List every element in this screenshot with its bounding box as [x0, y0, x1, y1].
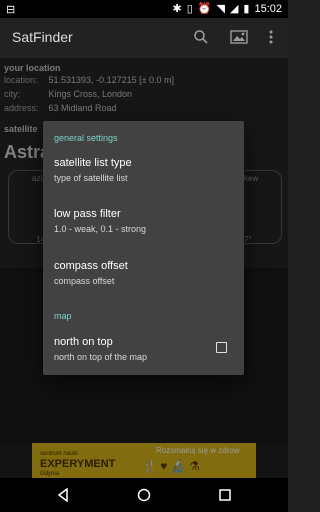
setting-title: low pass filter: [54, 208, 121, 220]
wifi-icon: ◥: [216, 3, 225, 15]
notification-icon: ⊟: [6, 4, 16, 16]
setting-title: north on top: [54, 336, 113, 348]
setting-subtitle: type of satellite list: [54, 173, 128, 183]
signal-icon: ◢: [229, 3, 239, 15]
app-title: SatFinder: [12, 29, 73, 45]
back-icon[interactable]: [53, 485, 73, 505]
bluetooth-icon: ✱: [172, 3, 182, 15]
home-icon[interactable]: [134, 485, 154, 505]
status-bar: ⊟ ✱ ▯ ⏰ ◥ ◢ ▮ 15:02: [0, 0, 288, 18]
category-general-settings: general settings: [54, 133, 118, 143]
nav-bar: [0, 478, 288, 512]
recents-icon[interactable]: [215, 485, 235, 505]
app-bar: SatFinder: [0, 18, 288, 58]
settings-dialog: general settings satellite list type typ…: [43, 121, 244, 375]
status-time: 15:02: [254, 3, 282, 15]
alarm-icon: ⏰: [197, 3, 212, 15]
vibrate-icon: ▯: [186, 3, 193, 15]
setting-title: satellite list type: [54, 157, 132, 169]
north-on-top-checkbox[interactable]: [216, 342, 227, 353]
setting-subtitle: compass offset: [54, 276, 115, 286]
setting-subtitle: north on top of the map: [54, 352, 148, 362]
setting-subtitle: 1.0 - weak, 0.1 - strong: [54, 224, 147, 234]
battery-icon: ▮: [243, 3, 250, 15]
overflow-menu-icon[interactable]: [260, 26, 282, 48]
setting-title: compass offset: [54, 260, 128, 272]
category-map: map: [54, 311, 72, 321]
search-icon[interactable]: [190, 26, 212, 48]
map-view-icon[interactable]: [228, 26, 250, 48]
